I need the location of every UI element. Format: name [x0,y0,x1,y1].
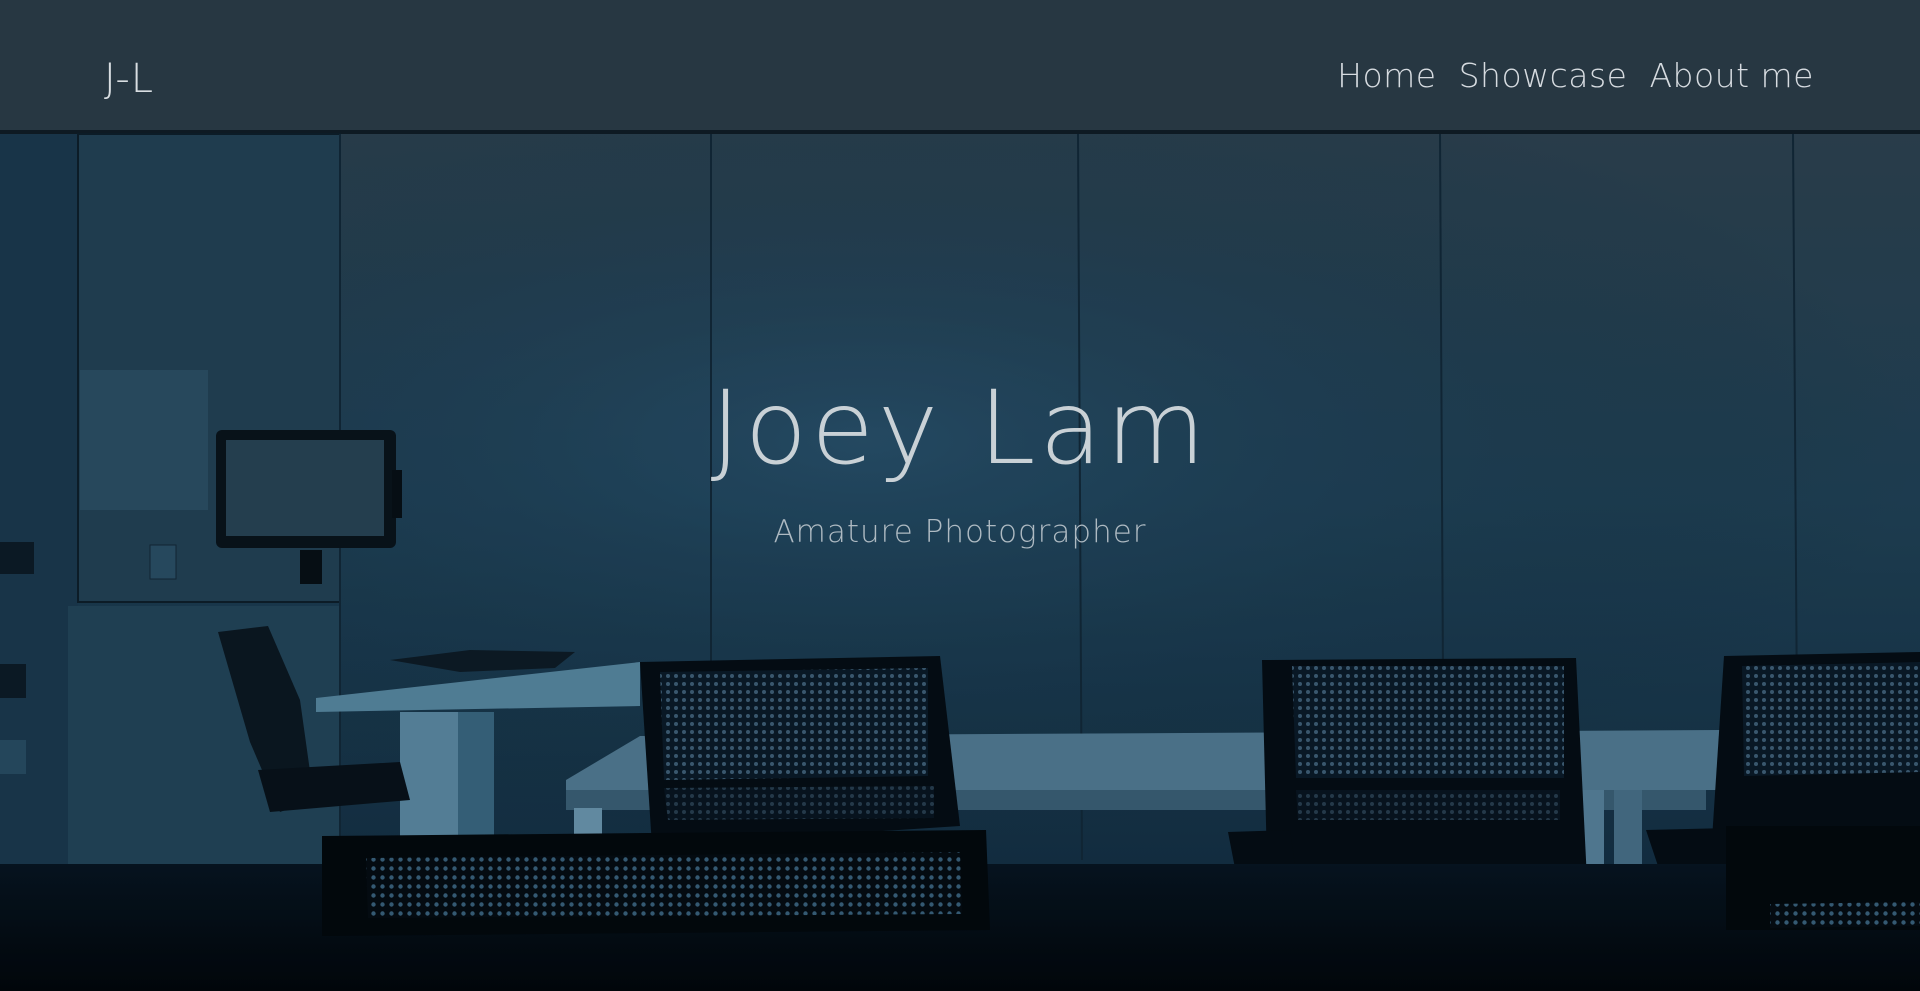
hero-title: Joey Lam [710,369,1210,488]
page: J-L Home Showcase About me Joey Lam Amat… [0,0,1920,991]
nav-link-about-me[interactable]: About me [1649,56,1814,95]
hero-subtitle: Amature Photographer [773,514,1147,550]
main-nav: Home Showcase About me [1337,56,1814,95]
site-logo[interactable]: J-L [104,56,154,102]
hero-section: Joey Lam Amature Photographer [0,369,1920,551]
nav-link-home[interactable]: Home [1337,56,1436,95]
nav-link-showcase[interactable]: Showcase [1459,56,1628,95]
